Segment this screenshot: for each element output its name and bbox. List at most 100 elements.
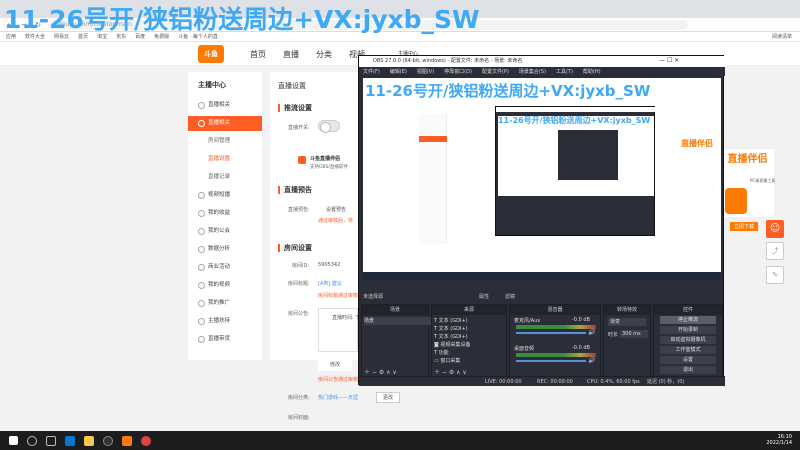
notice-note: 房间公告通过审核 [318, 377, 359, 383]
settings-button[interactable]: 设置 [660, 356, 716, 364]
mixer-volume-slider[interactable] [516, 332, 586, 334]
mini-preview [498, 116, 654, 196]
chart-icon [198, 246, 205, 253]
push-toggle[interactable] [318, 120, 340, 133]
sidebar-item-income[interactable]: 我的收益 [188, 206, 262, 221]
preview-sidebar [419, 114, 447, 244]
controls-dock: 控件 停止推流 开始录制 启动虚拟摄像机 工作室模式 设置 退出 [653, 304, 723, 378]
sidebar-item-my-video[interactable]: 我的视频 [188, 278, 262, 293]
chrome-taskbar-icon[interactable] [141, 435, 151, 446]
category-link[interactable]: 热门游戏——天涯 [318, 394, 358, 401]
obs-menu-file[interactable]: 文件(F) [363, 68, 380, 75]
section-room: 房间设置 [278, 244, 312, 252]
preview-sidebar-active [419, 136, 447, 142]
exit-button[interactable]: 退出 [660, 366, 716, 374]
mini-watermark: 11-26号开/狭铝粉送周边+VX:jyxb_SW [498, 116, 651, 125]
nav-category[interactable]: 分类 [316, 49, 332, 60]
mixer-channel-name: 麦克风/Aux [514, 318, 541, 324]
properties-button[interactable]: 属性 [479, 293, 489, 300]
mini-titlebar [496, 107, 656, 112]
system-clock[interactable]: 16:10 2022/1/14 [766, 434, 792, 446]
sidebar-title: 主播中心 [198, 81, 226, 89]
file-explorer-icon[interactable] [84, 435, 94, 446]
side-feedback-icon[interactable]: ✎ [766, 266, 784, 284]
speaker-icon[interactable]: 🔊 [588, 357, 595, 364]
scene-item[interactable]: 场景 [364, 317, 432, 325]
reading-list[interactable]: 阅读清单 [772, 33, 792, 40]
source-item[interactable]: T 文本 (GDI+) [434, 333, 502, 341]
obs-menu-profile[interactable]: 配置文件(P) [482, 68, 509, 75]
sidebar-item-business[interactable]: 商业活动 [188, 260, 262, 275]
obs-menu-scene-collection[interactable]: 场景集合(S) [519, 68, 546, 75]
side-float-icon[interactable]: ☺ [766, 220, 784, 238]
mixer-channel-name: 桌面音频 [514, 346, 535, 352]
duration-input[interactable]: 300 ms [620, 330, 648, 338]
guild-icon [198, 228, 205, 235]
source-item[interactable]: T 文本 (GDI+) [434, 317, 502, 325]
douyu-logo[interactable]: 斗鱼 [198, 45, 224, 63]
sidebar-item-live-related-active[interactable]: 直播相关 [188, 116, 262, 131]
preview-taskbar [363, 272, 721, 280]
transition-select[interactable]: 渐变 [608, 318, 646, 326]
mini-nested [558, 130, 618, 180]
assistant-title[interactable]: 斗鱼直播伴侣 [310, 155, 340, 162]
watermark-text: 11-26号开/狭铝粉送周边+VX:jyxb_SW [4, 5, 480, 34]
sidebar-item-live-records[interactable]: 直播记录 [188, 170, 262, 185]
edge-icon[interactable] [65, 435, 75, 446]
sidebar-item-support[interactable]: 主播扶持 [188, 314, 262, 329]
promo-logo-icon [725, 188, 747, 214]
scene-add-remove-icon[interactable]: ＋ − ⚙ ∧ ∨ [364, 367, 397, 376]
window-controls-icon[interactable]: — ☐ ✕ [659, 57, 679, 64]
sidebar-item-video[interactable]: 视频短播 [188, 188, 262, 203]
nav-home[interactable]: 首页 [250, 49, 266, 60]
transitions-dock: 转场特效 渐变 时长 300 ms [603, 304, 651, 378]
source-item[interactable]: T 功能 [434, 349, 502, 357]
sidebar-item-promotion[interactable]: 我的推广 [188, 296, 262, 311]
sidebar-item-guild[interactable]: 我的公会 [188, 224, 262, 239]
notice-edit-button[interactable]: 修改 [318, 360, 352, 371]
sidebar-item-live-settings[interactable]: 直播设置 [188, 152, 262, 167]
search-icon[interactable] [27, 435, 37, 446]
cart-icon [198, 336, 205, 343]
studio-mode-button[interactable]: 工作室模式 [660, 346, 716, 354]
section-preview: 直播预告 [278, 186, 312, 194]
preview-label: 直播预告: [288, 207, 310, 213]
promo-download-button[interactable]: 立即下载 [730, 222, 759, 231]
room-title-link[interactable]: [A类] 建议 [318, 280, 342, 287]
virtual-camera-button[interactable]: 启动虚拟摄像机 [660, 336, 716, 344]
obs-menu-help[interactable]: 帮助(H) [583, 68, 601, 75]
sources-dock-title: 来源 [432, 305, 506, 315]
mixer-volume-slider[interactable] [516, 360, 586, 362]
sidebar-item-room-manage[interactable]: 房间管理 [188, 134, 262, 149]
notice-label: 房间公告: [288, 311, 310, 317]
sidebar-item-commerce[interactable]: 直播带货 [188, 332, 262, 347]
task-view-icon[interactable] [46, 435, 56, 446]
windows-start-icon[interactable] [9, 436, 18, 445]
side-share-icon[interactable]: ⤴ [766, 242, 784, 260]
support-icon [198, 318, 205, 325]
source-add-remove-icon[interactable]: ＋ − ⚙ ∧ ∨ [434, 367, 467, 376]
nav-live[interactable]: 直播 [283, 49, 299, 60]
category-change-button[interactable]: 更改 [376, 392, 400, 403]
app-taskbar-icon[interactable] [122, 435, 132, 446]
obs-menu-docks[interactable]: 停靠窗口(D) [444, 68, 472, 75]
no-source-label: 未选择源 [363, 294, 384, 300]
obs-menu-edit[interactable]: 编辑(E) [390, 68, 407, 75]
source-item[interactable]: ▭ 窗口采集 [434, 357, 502, 365]
filters-button[interactable]: 滤镜 [505, 293, 515, 300]
start-recording-button[interactable]: 开始录制 [660, 326, 716, 334]
obs-taskbar-icon[interactable] [103, 435, 113, 446]
obs-menu-tools[interactable]: 工具(T) [556, 68, 573, 75]
mic-icon [198, 102, 205, 109]
sidebar-item-live-related[interactable]: 直播相关 [188, 98, 262, 113]
speaker-icon[interactable]: 🔊 [588, 329, 595, 336]
source-item[interactable]: ◙ 视频采集设备 [434, 341, 502, 349]
stop-stream-button[interactable]: 停止推流 [660, 316, 716, 324]
preview-button[interactable]: 设置预告 [326, 206, 346, 213]
obs-preview[interactable]: 11-26号开/狭铝粉送周边+VX:jyxb_SW 11-26号开/狭铝粉送周边… [363, 78, 721, 280]
sidebar-item-analytics[interactable]: 数据分析 [188, 242, 262, 257]
obs-menu-view[interactable]: 视图(V) [417, 68, 434, 75]
source-item[interactable]: T 文本 (GDI+) [434, 325, 502, 333]
page-title: 直播设置 [278, 82, 306, 90]
room-id-label: 房间ID: [292, 263, 310, 269]
